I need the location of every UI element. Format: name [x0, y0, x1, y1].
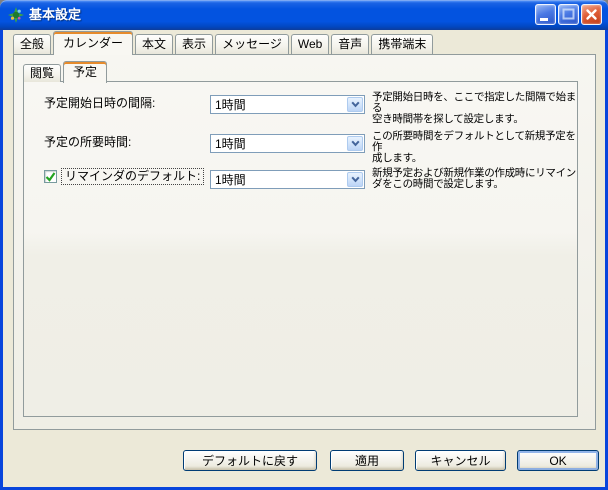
settings-dialog: 基本設定 全般 カレンダー 本文 表示 メッセージ Web 音声 携帯端末 閲覧: [0, 0, 608, 490]
combobox-value: 1時間: [211, 171, 346, 188]
ok-button[interactable]: OK: [517, 450, 599, 471]
restore-defaults-button[interactable]: デフォルトに戻す: [183, 450, 317, 471]
title-bar[interactable]: 基本設定: [0, 0, 608, 30]
tab-schedule[interactable]: 予定: [63, 61, 107, 83]
cancel-button[interactable]: キャンセル: [415, 450, 506, 471]
combobox-value: 1時間: [211, 96, 346, 113]
checkmark-icon: [45, 171, 56, 182]
app-icon: [8, 7, 24, 23]
dialog-body: 全般 カレンダー 本文 表示 メッセージ Web 音声 携帯端末 閲覧 予定 予…: [0, 30, 608, 490]
tab-body-text[interactable]: 本文: [135, 34, 173, 54]
tab-message[interactable]: メッセージ: [215, 34, 289, 54]
duration-combobox[interactable]: 1時間: [210, 134, 365, 153]
tab-voice[interactable]: 音声: [331, 34, 369, 54]
outer-tab-strip: 全般 カレンダー 本文 表示 メッセージ Web 音声 携帯端末: [13, 31, 435, 54]
reminder-default-description: 新規予定および新規作業の作成時にリマイン ダをこの時間で設定します。: [372, 168, 576, 190]
minimize-button[interactable]: [535, 4, 556, 25]
duration-label: 予定の所要時間:: [44, 136, 131, 149]
window-title: 基本設定: [29, 0, 81, 30]
tab-web[interactable]: Web: [291, 34, 329, 54]
combobox-value: 1時間: [211, 135, 346, 152]
reminder-default-checkbox[interactable]: [44, 170, 57, 183]
reminder-default-combobox[interactable]: 1時間: [210, 170, 365, 189]
close-button[interactable]: [581, 4, 602, 25]
inner-tab-strip: 閲覧 予定: [23, 59, 109, 82]
calendar-tab-page: 閲覧 予定 予定開始日時の間隔: 1時間 予定開始日時を、ここで指定した間隔で始…: [13, 54, 596, 430]
start-interval-description: 予定開始日時を、ここで指定した間隔で始まる 空き時間帯を探して設定します。: [372, 92, 577, 125]
maximize-button[interactable]: [558, 4, 579, 25]
chevron-down-icon: [347, 97, 363, 112]
reminder-default-label[interactable]: リマインダのデフォルト:: [61, 168, 204, 185]
duration-description: この所要時間をデフォルトとして新規予定を作 成します。: [372, 131, 577, 164]
start-interval-label: 予定開始日時の間隔:: [44, 97, 155, 110]
tab-general[interactable]: 全般: [13, 34, 51, 54]
chevron-down-icon: [347, 172, 363, 187]
start-interval-combobox[interactable]: 1時間: [210, 95, 365, 114]
tab-mobile[interactable]: 携帯端末: [371, 34, 433, 54]
schedule-tab-page: 予定開始日時の間隔: 1時間 予定開始日時を、ここで指定した間隔で始まる 空き時…: [23, 81, 578, 417]
tab-display[interactable]: 表示: [175, 34, 213, 54]
tab-calendar[interactable]: カレンダー: [53, 31, 133, 55]
chevron-down-icon: [347, 136, 363, 151]
apply-button[interactable]: 適用: [330, 450, 404, 471]
tab-browse[interactable]: 閲覧: [23, 64, 61, 82]
